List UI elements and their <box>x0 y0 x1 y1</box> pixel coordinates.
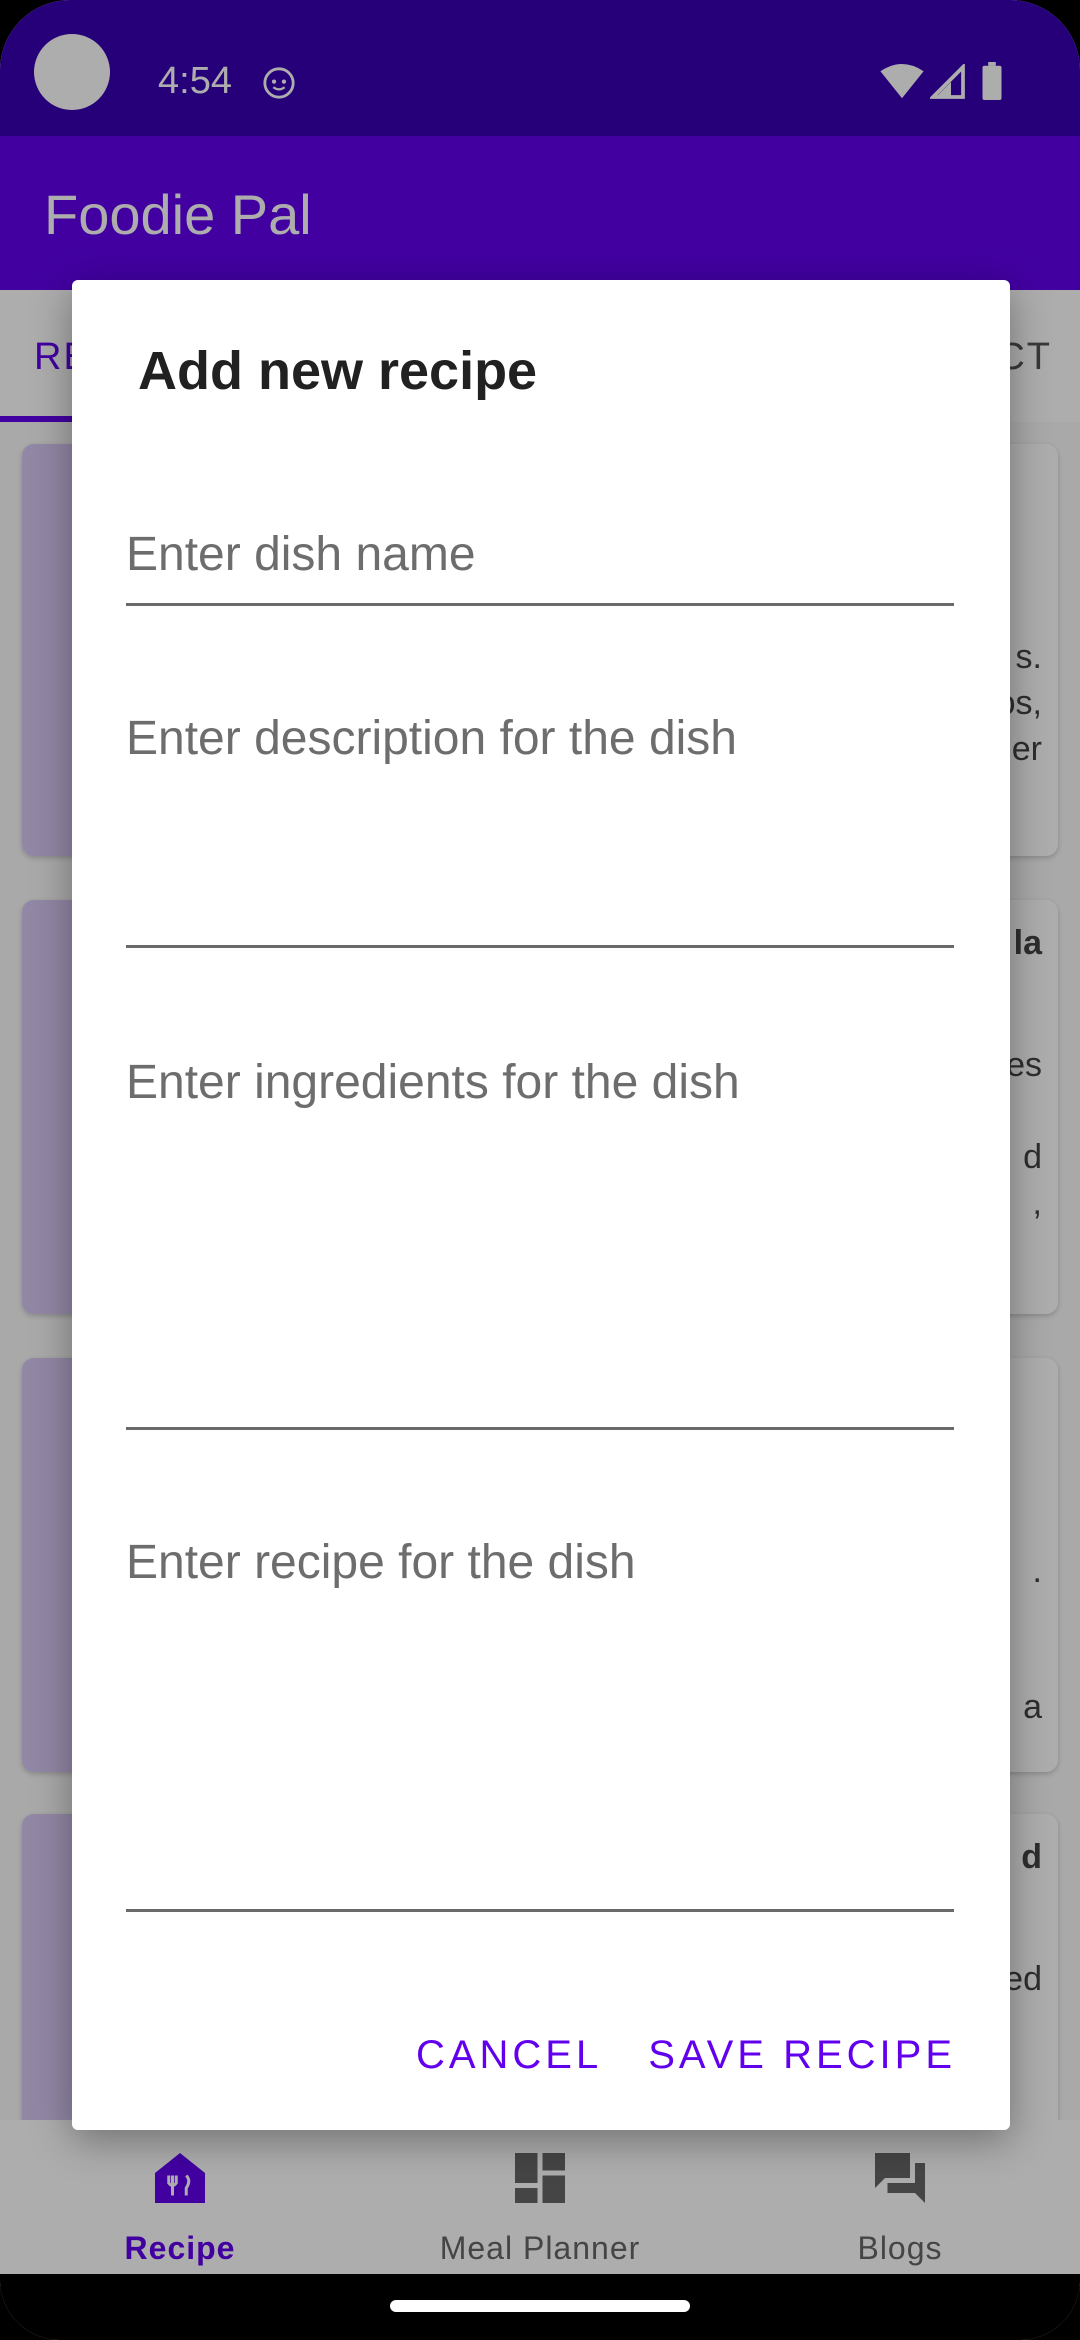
description-input[interactable] <box>126 710 954 945</box>
save-recipe-button[interactable]: SAVE RECIPE <box>648 2020 956 2090</box>
recipe-field <box>126 1534 954 1912</box>
add-recipe-dialog: Add new recipe CANCEL SAVE RECIPE <box>72 280 1010 2130</box>
ingredients-input[interactable] <box>126 1054 954 1427</box>
home-indicator[interactable] <box>390 2300 690 2312</box>
dialog-title: Add new recipe <box>138 341 538 401</box>
ingredients-field <box>126 1054 954 1430</box>
cancel-button[interactable]: CANCEL <box>416 2020 602 2090</box>
phone-screen: 4:54 Foodie Pal RE CT s. os, er la es d … <box>0 0 1080 2340</box>
dish-name-input[interactable] <box>126 506 954 603</box>
description-field <box>126 710 954 948</box>
recipe-input[interactable] <box>126 1534 954 1909</box>
dialog-actions: CANCEL SAVE RECIPE <box>416 2020 956 2090</box>
dish-name-field <box>126 506 954 606</box>
